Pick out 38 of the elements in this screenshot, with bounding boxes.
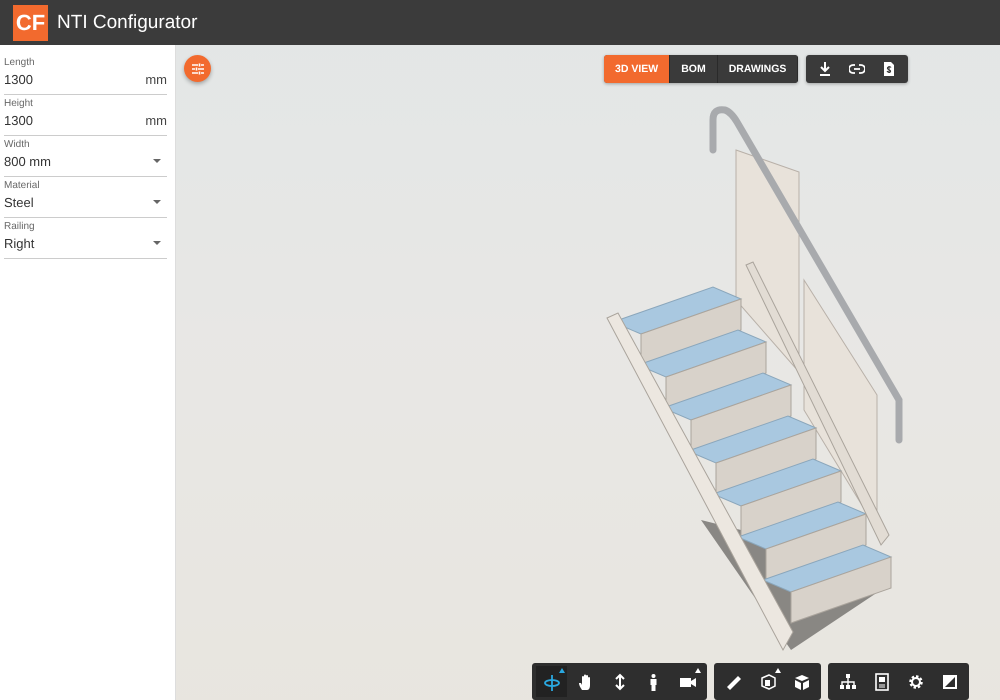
unit-label: mm — [145, 72, 167, 86]
field-value: 1300 — [4, 72, 34, 86]
caret-icon — [153, 159, 161, 163]
unit-label: mm — [145, 112, 167, 128]
field-label: Height — [4, 98, 34, 109]
select-field[interactable]: Material Steel — [4, 177, 167, 218]
select-field[interactable]: Railing Right — [4, 218, 167, 259]
hierarchy-icon — [838, 672, 856, 690]
field-label: Railing — [4, 221, 36, 232]
field-label: Material — [4, 180, 41, 191]
select-field[interactable]: Width 800 mm — [4, 136, 167, 177]
tool-button[interactable] — [536, 666, 567, 697]
caret-icon — [153, 241, 161, 245]
download-icon — [818, 61, 832, 77]
person-icon — [650, 672, 657, 690]
id-card-icon — [872, 672, 890, 690]
cube-icon — [792, 672, 810, 690]
input-field[interactable]: Length 1300 mm — [4, 54, 167, 95]
input-field[interactable]: Height 1300 mm — [4, 95, 167, 136]
caret-icon — [153, 200, 161, 204]
field-value: 1300 — [4, 112, 34, 128]
field-label: Width — [4, 139, 31, 150]
sliders-icon — [190, 62, 204, 76]
view-tab[interactable]: DRAWINGS — [718, 55, 798, 83]
field-value: Right — [4, 236, 36, 250]
link-icon — [849, 64, 866, 74]
field-label: Length — [4, 57, 36, 68]
resize-icon — [940, 672, 958, 690]
dollar-document-icon — [883, 61, 896, 77]
app-title: NTI Configurator — [57, 12, 198, 34]
settings-icon — [906, 672, 924, 690]
view-tab[interactable]: BOM — [670, 55, 718, 83]
field-value: Steel — [4, 194, 35, 210]
field-value: 800 mm — [4, 154, 52, 168]
app-logo: CF — [13, 4, 48, 40]
filter-button[interactable] — [184, 55, 211, 82]
orbit-icon — [542, 672, 560, 690]
section-box-icon — [758, 672, 776, 690]
